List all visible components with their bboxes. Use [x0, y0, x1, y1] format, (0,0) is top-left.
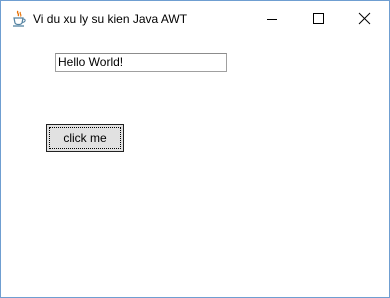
close-icon	[358, 12, 371, 25]
app-window: Vi du xu ly su kien Java AWT Hello World…	[0, 0, 390, 298]
text-field[interactable]: Hello World!	[55, 53, 227, 72]
minimize-icon	[267, 19, 277, 20]
maximize-button[interactable]	[295, 1, 341, 37]
title-bar[interactable]: Vi du xu ly su kien Java AWT	[1, 1, 389, 37]
minimize-button[interactable]	[249, 1, 295, 37]
close-button[interactable]	[341, 1, 387, 37]
client-area: Hello World! click me	[1, 37, 389, 297]
window-title: Vi du xu ly su kien Java AWT	[33, 12, 188, 26]
maximize-icon	[313, 13, 324, 24]
java-cup-icon	[11, 10, 27, 28]
click-me-button[interactable]: click me	[46, 124, 124, 152]
